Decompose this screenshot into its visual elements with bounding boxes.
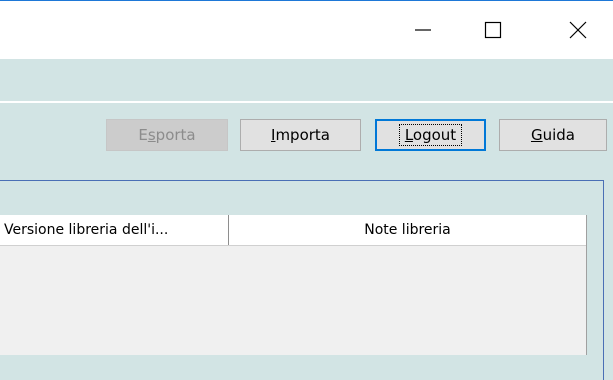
column-header-library-notes[interactable]: Note libreria [229, 215, 586, 245]
minimize-button[interactable] [400, 1, 446, 59]
menu-bar [0, 59, 613, 101]
minimize-icon [415, 29, 431, 31]
import-button[interactable]: Importa [240, 119, 361, 151]
maximize-button[interactable] [470, 1, 516, 59]
title-bar [0, 1, 613, 59]
logout-label: Logout [398, 124, 463, 146]
help-button[interactable]: Guida [499, 119, 607, 151]
close-button[interactable] [555, 1, 601, 59]
close-icon [569, 21, 587, 39]
table-header: Versione libreria dell'i... Note libreri… [0, 215, 586, 246]
library-table[interactable]: Versione libreria dell'i... Note libreri… [0, 215, 587, 355]
export-button[interactable]: Esporta [106, 119, 228, 151]
toolbar: Esporta Importa Logout Guida [0, 103, 613, 163]
export-label: Esporta [138, 126, 196, 144]
import-label: Importa [271, 126, 330, 144]
help-label: Guida [530, 126, 575, 144]
column-header-library-version[interactable]: Versione libreria dell'i... [0, 215, 229, 245]
logout-button[interactable]: Logout [375, 119, 486, 151]
maximize-icon [484, 21, 502, 39]
